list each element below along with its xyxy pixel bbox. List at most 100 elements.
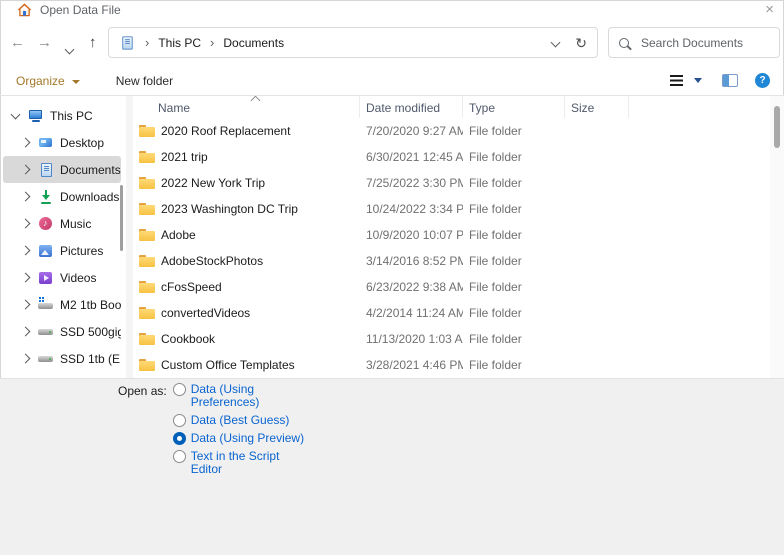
radio-option[interactable]: Data (Best Guess) bbox=[172, 414, 304, 427]
tree-chevron-icon[interactable] bbox=[20, 191, 31, 202]
location-icon bbox=[119, 35, 134, 50]
close-icon[interactable]: × bbox=[765, 1, 774, 19]
sidebar-item[interactable]: Pictures bbox=[3, 237, 121, 264]
tree-chevron-icon[interactable] bbox=[20, 353, 31, 364]
toolbar-right-group: ? bbox=[670, 73, 784, 88]
file-row[interactable]: Custom Office Templates 3/28/2021 4:46 P… bbox=[133, 352, 770, 378]
sidebar-item-icon bbox=[38, 189, 54, 204]
date-modified-cell: 6/23/2022 9:38 AM bbox=[366, 280, 463, 294]
list-scrollbar-thumb[interactable] bbox=[774, 106, 780, 148]
radio-option[interactable]: Data (Using Preferences) bbox=[172, 383, 304, 409]
address-bar[interactable]: › This PC › Documents ↻ bbox=[108, 27, 598, 58]
file-list: Name Date modified Type Size 2020 Roof R… bbox=[133, 96, 770, 378]
sidebar-item[interactable]: SSD 500gig (D:) bbox=[3, 318, 121, 345]
type-cell: File folder bbox=[469, 124, 522, 138]
open-as-section: Open as: Data (Using Preferences) Data (… bbox=[118, 383, 304, 476]
type-cell: File folder bbox=[469, 228, 522, 242]
search-box[interactable] bbox=[608, 27, 780, 58]
sidebar-item[interactable]: Music bbox=[3, 210, 121, 237]
file-name-text: Cookbook bbox=[161, 332, 216, 346]
folder-icon bbox=[139, 124, 155, 138]
up-button[interactable]: ↑ bbox=[89, 33, 97, 53]
sidebar-item[interactable]: SSD 1tb (E:) bbox=[3, 345, 121, 372]
breadcrumb-item[interactable]: › Documents bbox=[201, 36, 284, 50]
tree-chevron-icon[interactable] bbox=[20, 164, 31, 175]
toolbar: Organize New folder ? bbox=[0, 66, 784, 96]
file-row[interactable]: 2023 Washington DC Trip 10/24/2022 3:34 … bbox=[133, 196, 770, 222]
sidebar-item[interactable]: Downloads bbox=[3, 183, 121, 210]
file-name-text: AdobeStockPhotos bbox=[161, 254, 264, 268]
radio-button-icon[interactable] bbox=[172, 432, 186, 445]
date-modified-cell: 3/28/2021 4:46 PM bbox=[366, 358, 463, 372]
breadcrumb-item[interactable]: › This PC bbox=[136, 36, 201, 50]
sidebar-divider bbox=[126, 96, 133, 378]
tree-chevron-icon[interactable] bbox=[20, 299, 31, 310]
sidebar-scrollbar-thumb[interactable] bbox=[120, 185, 123, 251]
file-name-text: 2022 New York Trip bbox=[161, 176, 266, 190]
tree-chevron-icon[interactable] bbox=[20, 245, 31, 256]
sidebar-item[interactable]: Desktop bbox=[3, 129, 121, 156]
sidebar-item[interactable]: M2 1tb Boot (C bbox=[3, 291, 121, 318]
file-row[interactable]: 2020 Roof Replacement 7/20/2020 9:27 AM … bbox=[133, 118, 770, 144]
file-name-text: 2020 Roof Replacement bbox=[161, 124, 291, 138]
radio-option[interactable]: Data (Using Preview) bbox=[172, 432, 304, 445]
radio-button-icon[interactable] bbox=[172, 383, 186, 396]
column-header-name[interactable]: Name bbox=[133, 96, 360, 118]
date-modified-cell: 7/25/2022 3:30 PM bbox=[366, 176, 463, 190]
organize-button[interactable]: Organize bbox=[16, 74, 80, 88]
date-modified-cell: 10/9/2020 10:07 PM bbox=[366, 228, 463, 242]
file-name-cell: 2023 Washington DC Trip bbox=[133, 202, 360, 216]
organize-label: Organize bbox=[16, 73, 65, 88]
preview-pane-icon[interactable] bbox=[722, 74, 738, 87]
file-row[interactable]: 2021 trip 6/30/2021 12:45 AM File folder bbox=[133, 144, 770, 170]
forward-button[interactable]: → bbox=[37, 33, 52, 53]
sidebar-item-label: SSD 1tb (E:) bbox=[60, 351, 121, 366]
type-cell: File folder bbox=[469, 254, 522, 268]
tree-chevron-icon[interactable] bbox=[20, 218, 31, 229]
radio-button-icon[interactable] bbox=[172, 414, 186, 427]
tree-chevron-icon[interactable] bbox=[10, 109, 21, 119]
file-name-cell: Cookbook bbox=[133, 332, 360, 346]
file-name-text: cFosSpeed bbox=[161, 280, 222, 294]
address-bar-controls: ↻ bbox=[550, 36, 587, 50]
refresh-icon[interactable]: ↻ bbox=[575, 36, 587, 50]
view-dropdown-caret-icon[interactable] bbox=[694, 78, 702, 83]
type-cell: File folder bbox=[469, 358, 522, 372]
column-header-date-modified[interactable]: Date modified bbox=[360, 96, 463, 118]
recent-locations-dropdown[interactable] bbox=[64, 42, 75, 56]
column-header-size[interactable]: Size bbox=[565, 96, 629, 118]
column-header-type[interactable]: Type bbox=[463, 96, 565, 118]
list-view-icon[interactable] bbox=[670, 75, 683, 86]
tree-chevron-icon[interactable] bbox=[20, 137, 31, 148]
file-row[interactable]: Adobe 10/9/2020 10:07 PM File folder bbox=[133, 222, 770, 248]
file-name-cell: AdobeStockPhotos bbox=[133, 254, 360, 268]
back-button[interactable]: ← bbox=[10, 33, 25, 53]
tree-chevron-icon[interactable] bbox=[20, 272, 31, 283]
file-row[interactable]: Cookbook 11/13/2020 1:03 AM File folder bbox=[133, 326, 770, 352]
sidebar-item-label: Videos bbox=[60, 270, 97, 285]
sidebar-item[interactable]: Videos bbox=[3, 264, 121, 291]
folder-icon bbox=[139, 202, 155, 216]
file-row[interactable]: cFosSpeed 6/23/2022 9:38 AM File folder bbox=[133, 274, 770, 300]
sidebar-item[interactable]: Documents bbox=[3, 156, 121, 183]
file-row[interactable]: convertedVideos 4/2/2014 11:24 AM File f… bbox=[133, 300, 770, 326]
file-row[interactable]: AdobeStockPhotos 3/14/2016 8:52 PM File … bbox=[133, 248, 770, 274]
address-dropdown-icon[interactable] bbox=[550, 37, 561, 48]
file-name-cell: cFosSpeed bbox=[133, 280, 360, 294]
search-icon bbox=[619, 37, 629, 48]
sidebar-item[interactable]: This PC bbox=[3, 102, 121, 129]
file-row[interactable]: 2022 New York Trip 7/25/2022 3:30 PM Fil… bbox=[133, 170, 770, 196]
folder-icon bbox=[139, 150, 155, 164]
new-folder-button[interactable]: New folder bbox=[116, 74, 173, 88]
sidebar-item-icon bbox=[38, 270, 54, 285]
help-icon[interactable]: ? bbox=[755, 73, 770, 88]
tree-chevron-icon[interactable] bbox=[20, 326, 31, 337]
radio-option[interactable]: Text in the Script Editor bbox=[172, 450, 304, 476]
date-modified-cell: 7/20/2020 9:27 AM bbox=[366, 124, 463, 138]
radio-button-icon[interactable] bbox=[172, 450, 186, 463]
date-modified-cell: 6/30/2021 12:45 AM bbox=[366, 150, 463, 164]
chevron-right-icon: › bbox=[145, 34, 150, 50]
sidebar-item-label: SSD 500gig (D:) bbox=[60, 324, 121, 339]
search-input[interactable] bbox=[639, 34, 773, 51]
sidebar-item-label: Music bbox=[60, 216, 92, 231]
